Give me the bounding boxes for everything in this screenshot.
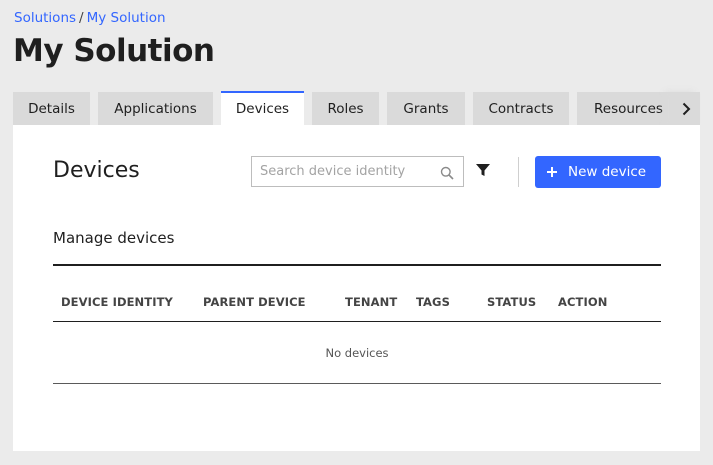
tab-contracts[interactable]: Contracts [473,92,569,125]
breadcrumb: Solutions / My Solution [14,10,166,26]
table-bottom-divider [53,383,661,384]
new-device-button[interactable]: New device [535,156,661,188]
tab-bar: Details Applications Devices Roles Grant… [13,91,713,125]
tab-details[interactable]: Details [13,92,90,125]
toolbar-divider [518,157,519,187]
column-header-action: ACTION [558,295,608,309]
tab-resources[interactable]: Resources [577,92,675,125]
search-input[interactable] [252,157,435,186]
search-box [251,156,464,187]
tab-grants[interactable]: Grants [387,92,465,125]
devices-panel: Devices New device Manage devices DEVICE… [13,125,700,451]
breadcrumb-separator: / [79,10,84,26]
tab-applications[interactable]: Applications [98,92,213,125]
filter-button[interactable] [475,162,491,182]
column-header-tags[interactable]: TAGS [416,295,450,309]
column-header-status[interactable]: STATUS [487,295,536,309]
column-header-tenant[interactable]: TENANT [345,295,397,309]
tab-scroll-right-button[interactable] [671,92,700,125]
table-header-divider [53,321,661,322]
section-title: Devices [53,158,140,183]
breadcrumb-link-current[interactable]: My Solution [87,10,166,26]
breadcrumb-link-solutions[interactable]: Solutions [14,10,76,26]
tab-devices[interactable]: Devices [221,91,304,125]
tab-roles[interactable]: Roles [312,92,379,125]
section-subtitle: Manage devices [53,229,175,247]
page-title: My Solution [13,33,215,69]
filter-icon [476,164,490,176]
plus-icon [546,166,558,178]
chevron-right-icon [682,102,690,115]
table-header: DEVICE IDENTITY PARENT DEVICE TENANT TAG… [53,289,661,315]
new-device-label: New device [568,164,647,180]
column-header-device-identity[interactable]: DEVICE IDENTITY [61,295,173,309]
column-header-parent-device[interactable]: PARENT DEVICE [203,295,306,309]
table-top-divider [53,264,661,266]
empty-state-text: No devices [325,346,389,360]
search-icon[interactable] [440,165,454,184]
